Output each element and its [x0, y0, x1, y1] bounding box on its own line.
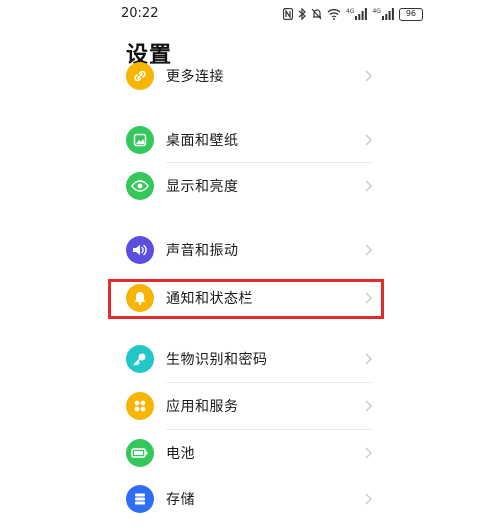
divider [166, 382, 374, 383]
battery-indicator: 96 [398, 7, 423, 21]
settings-item-more-connections[interactable]: 更多连接 [120, 62, 380, 92]
wifi-icon [327, 9, 341, 20]
status-bar: 20:22 4G 4G 96 [0, 0, 500, 28]
apps-icon [126, 392, 154, 420]
settings-item-label: 电池 [166, 446, 195, 462]
settings-item-label: 应用和服务 [166, 399, 239, 415]
storage-icon [126, 485, 154, 513]
settings-item-label: 生物识别和密码 [166, 352, 268, 368]
nfc-icon [283, 8, 293, 20]
signal-icon-1 [355, 8, 368, 20]
chevron-right-icon [365, 400, 372, 412]
chevron-right-icon [365, 244, 372, 256]
bluetooth-icon [298, 8, 306, 20]
settings-item-wallpaper[interactable]: 桌面和壁纸 [120, 118, 380, 162]
chevron-right-icon [365, 493, 372, 505]
chevron-right-icon [365, 134, 372, 146]
settings-item-biometrics[interactable]: 生物识别和密码 [120, 337, 380, 381]
settings-item-label: 声音和振动 [166, 243, 239, 259]
divider [166, 162, 374, 163]
link-icon [126, 62, 154, 90]
settings-item-display[interactable]: 显示和亮度 [120, 164, 380, 208]
settings-list-top: 更多连接 [120, 62, 380, 92]
settings-item-apps[interactable]: 应用和服务 [120, 384, 380, 428]
highlight-box [108, 279, 384, 319]
chevron-right-icon [365, 180, 372, 192]
chevron-right-icon [365, 447, 372, 459]
divider [166, 429, 374, 430]
status-icons: 4G 4G 96 [283, 7, 423, 21]
settings-item-storage[interactable]: 存储 [120, 477, 380, 521]
settings-item-label: 显示和亮度 [166, 179, 239, 195]
chevron-right-icon [365, 353, 372, 365]
network-type-left: 4G [346, 7, 355, 15]
key-icon [126, 345, 154, 373]
settings-item-battery[interactable]: 电池 [120, 431, 380, 475]
battery-icon [126, 439, 154, 467]
settings-item-label: 更多连接 [166, 69, 224, 85]
eye-icon [126, 172, 154, 200]
mute-icon [311, 8, 322, 20]
speaker-icon [126, 236, 154, 264]
network-type-right: 4G [372, 7, 381, 15]
settings-item-label: 存储 [166, 492, 195, 508]
wallpaper-icon [126, 126, 154, 154]
status-time: 20:22 [121, 6, 159, 21]
signal-icon-2 [381, 8, 394, 20]
chevron-right-icon [365, 70, 372, 82]
settings-item-sound[interactable]: 声音和振动 [120, 228, 380, 272]
settings-item-label: 桌面和壁纸 [166, 133, 239, 149]
